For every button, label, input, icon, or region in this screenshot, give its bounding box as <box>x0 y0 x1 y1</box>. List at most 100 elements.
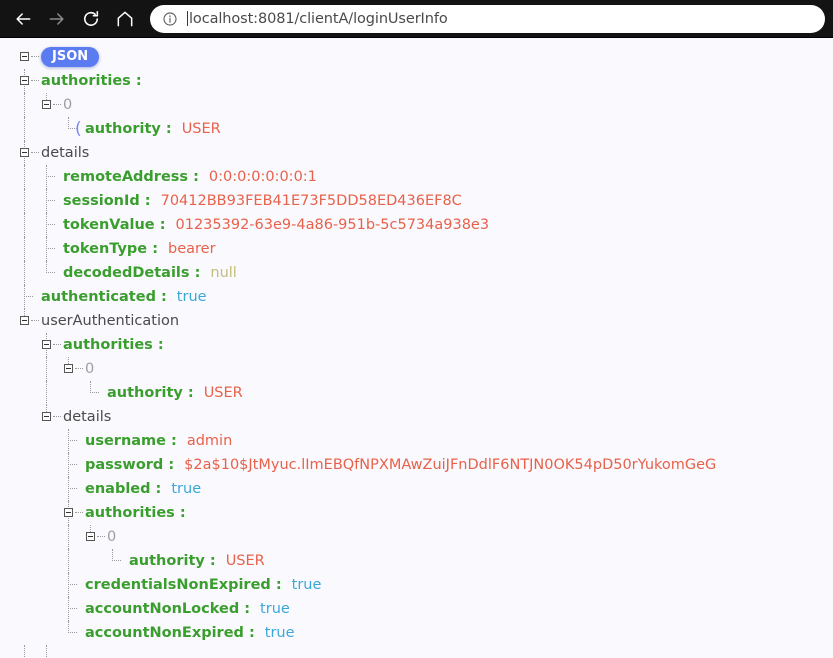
text-caret-artifact: ( <box>75 119 82 139</box>
tree-row[interactable]: authority : USER ( <box>0 117 833 141</box>
tree-row[interactable]: authority : USER <box>0 549 833 573</box>
tree-row-key: authority : <box>107 385 194 401</box>
tree-row[interactable]: sessionId : 70412BB93FEB41E73F5DD58ED436E… <box>0 189 833 213</box>
json-tree-root: JSON authorities : 0 authority : USER (detail… <box>0 45 833 658</box>
tree-row[interactable]: decodedDetails : null <box>0 261 833 285</box>
tree-guide-line <box>24 213 25 237</box>
tree-connector <box>46 165 55 177</box>
tree-connector <box>68 621 77 633</box>
tree-connector <box>46 261 55 273</box>
tree-row[interactable]: authorities : <box>0 69 833 93</box>
tree-row[interactable]: 0 <box>0 357 833 381</box>
tree-row[interactable]: enabled : true <box>0 477 833 501</box>
tree-connector <box>31 56 39 57</box>
tree-connector <box>24 285 33 297</box>
tree-guide-line <box>24 237 25 261</box>
home-icon <box>117 11 133 26</box>
tree-guide-line <box>68 357 69 364</box>
tree-row-content: userAuthentication <box>41 309 179 333</box>
tree-row-key: authorities : <box>85 505 186 521</box>
tree-row[interactable]: authority : USER <box>0 381 833 405</box>
tree-row-content: tokenValue : 01235392-63e9-4a86-951b-5c57… <box>63 213 489 237</box>
tree-connector <box>46 213 55 225</box>
forward-button[interactable] <box>40 3 74 35</box>
tree-row[interactable]: details <box>0 141 833 165</box>
tree-guide-line <box>24 261 25 285</box>
tree-row-key: accountNonLocked : <box>85 601 251 617</box>
collapse-toggle[interactable] <box>20 52 29 61</box>
tree-row-content: authenticated : true <box>41 285 207 309</box>
tree-row[interactable]: 0 <box>0 93 833 117</box>
tree-row-value: 01235392-63e9-4a86-951b-5c5734a938e3 <box>175 217 490 233</box>
home-button[interactable] <box>108 3 142 35</box>
tree-row[interactable]: accountNonExpired : true <box>0 621 833 645</box>
tree-row[interactable]: 0 <box>0 525 833 549</box>
tree-guide-line <box>46 93 47 100</box>
tree-row-content: credentialsNonExpired : true <box>85 573 321 597</box>
tree-row[interactable]: authorities : <box>0 333 833 357</box>
tree-row-key: password : <box>85 457 175 473</box>
tree-row-content: authority : USER <box>129 549 265 573</box>
tree-row[interactable]: accountNonLocked : true <box>0 597 833 621</box>
tree-row-key: userAuthentication <box>41 313 180 329</box>
tree-connector <box>68 453 77 465</box>
tree-row[interactable]: credentialsNonExpired : true <box>0 573 833 597</box>
collapse-toggle[interactable] <box>42 100 51 109</box>
tree-guide-line <box>46 237 47 261</box>
url-text: localhost:8081/clientA/loginUserInfo <box>189 10 448 27</box>
tree-row-content: authorities : <box>63 333 164 357</box>
tree-row[interactable]: authorities : <box>0 501 833 525</box>
tree-row-key: authorities : <box>41 73 142 89</box>
address-bar[interactable]: localhost:8081/clientA/loginUserInfo <box>150 4 825 33</box>
tree-row-key: tokenValue : <box>63 217 166 233</box>
json-root-badge[interactable]: JSON <box>41 47 100 67</box>
tree-row-key: details <box>63 409 112 425</box>
tree-guide-line <box>68 549 69 573</box>
tree-row-key: authority : <box>129 553 216 569</box>
tree-connector <box>112 549 121 561</box>
tree-guide-line <box>68 573 69 597</box>
tree-row[interactable]: details <box>0 405 833 429</box>
tree-row[interactable]: username : admin <box>0 429 833 453</box>
tree-row-key: enabled : <box>85 481 162 497</box>
tree-row[interactable]: password : $2a$10$JtMyuc.lImEBQfNPXMAwZui… <box>0 453 833 477</box>
tree-row-value: bearer <box>168 241 216 257</box>
tree-guide-line <box>46 405 47 412</box>
tree-row[interactable]: remoteAddress : 0:0:0:0:0:0:0:1 <box>0 165 833 189</box>
tree-row[interactable]: tokenValue : 01235392-63e9-4a86-951b-5c57… <box>0 213 833 237</box>
collapse-toggle[interactable] <box>42 340 51 349</box>
collapse-toggle[interactable] <box>86 532 95 541</box>
collapse-toggle[interactable] <box>42 412 51 421</box>
reload-button[interactable] <box>74 3 108 35</box>
collapse-toggle[interactable] <box>20 316 29 325</box>
tree-connector <box>53 416 61 417</box>
tree-row-content: authorities : <box>85 501 186 525</box>
tree-row-content: password : $2a$10$JtMyuc.lImEBQfNPXMAwZui… <box>85 453 716 477</box>
collapse-toggle[interactable] <box>64 364 73 373</box>
tree-connector <box>53 344 61 345</box>
tree-row-content: remoteAddress : 0:0:0:0:0:0:0:1 <box>63 165 317 189</box>
tree-guide-line <box>24 165 25 189</box>
tree-row-value: true <box>260 601 290 617</box>
tree-row[interactable]: authenticated : true <box>0 285 833 309</box>
tree-connector <box>68 477 77 489</box>
tree-row-value: true <box>171 481 202 497</box>
tree-row[interactable]: userAuthentication <box>0 309 833 333</box>
tree-row-key: credentialsNonExpired : <box>85 577 282 593</box>
info-circle-icon[interactable] <box>162 11 178 27</box>
tree-row-content: accountNonLocked : true <box>85 597 290 621</box>
tree-row-content: authorities : <box>41 69 142 93</box>
tree-row[interactable]: tokenType : bearer <box>0 237 833 261</box>
tree-guide-line <box>24 93 25 117</box>
tree-row-value: null <box>210 265 237 281</box>
collapse-toggle[interactable] <box>20 148 29 157</box>
tree-row-content: details <box>63 405 111 429</box>
tree-row-value: true <box>264 625 295 641</box>
collapse-toggle[interactable] <box>64 508 73 517</box>
collapse-toggle[interactable] <box>20 76 29 85</box>
tree-row-key: remoteAddress : <box>63 169 199 185</box>
tree-guide-line <box>68 597 69 621</box>
tree-row-value: 70412BB93FEB41E73F5DD58ED436EF8C <box>160 193 462 209</box>
back-button[interactable] <box>6 3 40 35</box>
tree-row-content: accountNonExpired : true <box>85 621 295 645</box>
